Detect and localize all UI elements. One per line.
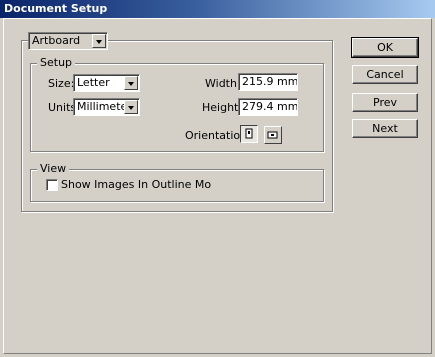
width-label: Width: [205, 77, 241, 90]
size-value: Letter [77, 76, 110, 89]
chevron-down-icon [124, 100, 138, 114]
units-dropdown[interactable]: Millimeters [73, 98, 140, 116]
preset-value: Artboard [32, 34, 81, 47]
ok-button[interactable]: OK [351, 37, 419, 58]
landscape-orientation-icon [267, 131, 278, 139]
prev-button[interactable]: Prev [352, 93, 418, 112]
size-label: Size: [48, 77, 75, 90]
height-field[interactable]: 279.4 mm [238, 98, 298, 116]
chevron-down-icon [124, 76, 138, 90]
portrait-button[interactable] [240, 125, 258, 143]
orientation-label: Orientation [185, 129, 248, 142]
view-legend: View [37, 162, 70, 175]
setup-legend: Setup [37, 56, 76, 69]
next-button[interactable]: Next [352, 119, 418, 138]
units-label: Units [48, 101, 77, 114]
height-label: Height [202, 101, 239, 114]
cancel-button[interactable]: Cancel [352, 65, 418, 84]
window-title: Document Setup [4, 2, 108, 15]
size-dropdown[interactable]: Letter [73, 74, 140, 92]
title-bar: Document Setup [0, 0, 435, 18]
show-images-label: Show Images In Outline Mo [61, 178, 212, 191]
show-images-checkbox[interactable] [46, 179, 58, 191]
width-field[interactable]: 215.9 mm [238, 73, 298, 91]
landscape-button[interactable] [264, 126, 282, 144]
preset-dropdown[interactable]: Artboard [28, 32, 108, 50]
portrait-orientation-icon [245, 128, 253, 139]
chevron-down-icon [92, 34, 106, 48]
